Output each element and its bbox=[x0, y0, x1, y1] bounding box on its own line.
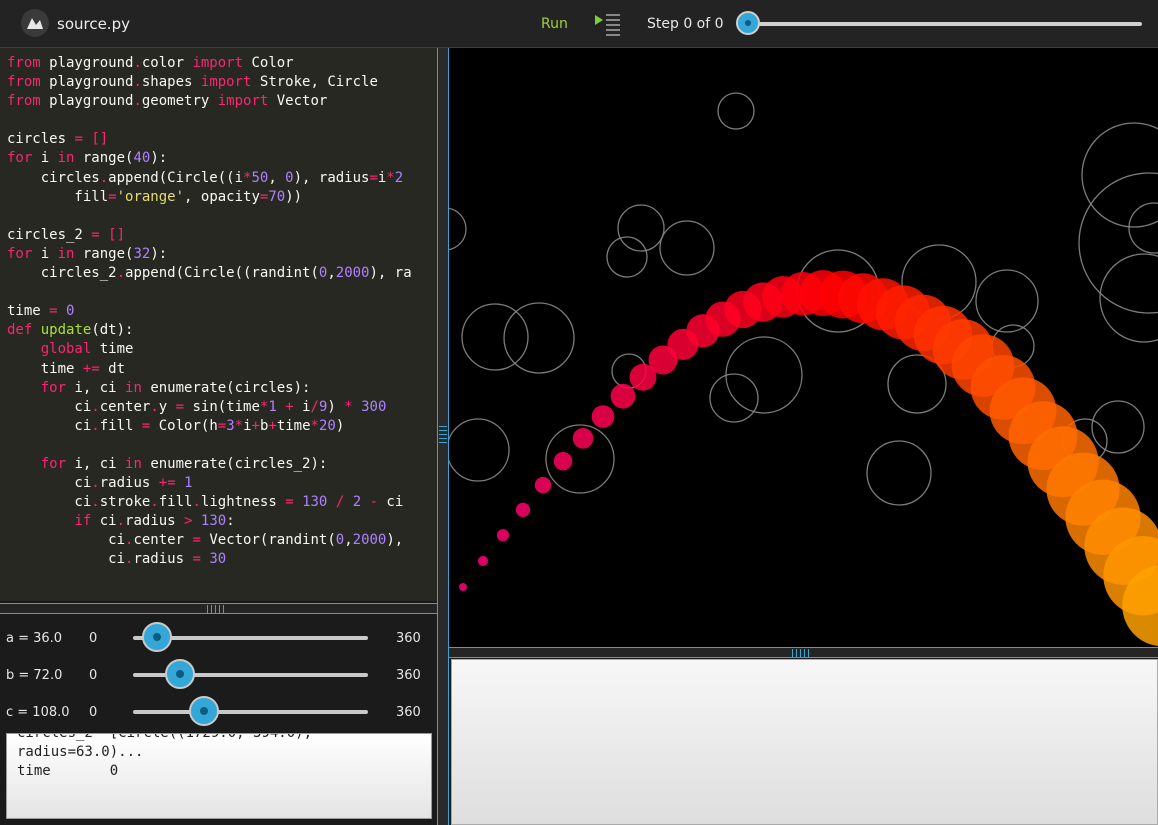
parameter-sliders: a = 36.0 0 360 b = 72.0 0 360 c = 108.0 … bbox=[0, 615, 437, 735]
slider-c-min: 0 bbox=[89, 705, 98, 720]
outline-circle bbox=[1091, 400, 1145, 454]
outline-circle bbox=[659, 220, 715, 276]
editor-splitter[interactable] bbox=[0, 603, 437, 614]
slider-b-label: b = 72.0 bbox=[6, 668, 63, 683]
file-name[interactable]: source.py bbox=[57, 15, 130, 33]
filled-circle bbox=[553, 451, 573, 471]
slider-a-min: 0 bbox=[89, 631, 98, 646]
step-counter: Step 0 of 0 bbox=[647, 16, 724, 32]
slider-b-min: 0 bbox=[89, 668, 98, 683]
outline-circle bbox=[461, 303, 529, 371]
app-logo-icon bbox=[21, 9, 49, 37]
variable-line: circles_2 [Circle((1729.0, 394.0), bbox=[17, 733, 313, 741]
filled-circle bbox=[610, 383, 636, 409]
variable-line: time 0 bbox=[17, 763, 119, 779]
drawing-canvas[interactable] bbox=[449, 48, 1158, 647]
step-slider-handle[interactable] bbox=[736, 11, 760, 35]
slider-a-max: 360 bbox=[396, 631, 421, 646]
filled-circle bbox=[534, 476, 552, 494]
slider-c-label: c = 108.0 bbox=[6, 705, 70, 720]
vertical-splitter-grip-icon[interactable] bbox=[439, 424, 447, 448]
step-play-icon[interactable] bbox=[592, 11, 622, 37]
slider-a-handle[interactable] bbox=[141, 622, 172, 652]
outline-circle bbox=[717, 92, 755, 130]
outline-circle bbox=[1099, 253, 1158, 343]
filled-circle bbox=[515, 502, 531, 517]
outline-circle bbox=[449, 207, 467, 251]
outline-circle bbox=[725, 336, 803, 414]
outline-circle bbox=[606, 236, 648, 278]
outline-circle bbox=[975, 269, 1039, 333]
variable-line: radius=63.0)... bbox=[17, 744, 144, 760]
filled-circle bbox=[591, 405, 615, 428]
filled-circle bbox=[496, 529, 510, 542]
outline-circle bbox=[503, 302, 575, 374]
variables-panel[interactable]: circles_2 [Circle((1729.0, 394.0), radiu… bbox=[6, 733, 432, 819]
outline-circle bbox=[1078, 172, 1158, 314]
run-button[interactable]: Run bbox=[541, 16, 568, 32]
code-text[interactable]: from playground.color import Color from … bbox=[0, 48, 437, 570]
outline-circle bbox=[1081, 122, 1158, 228]
step-slider-track[interactable] bbox=[748, 22, 1142, 26]
slider-a-label: a = 36.0 bbox=[6, 631, 63, 646]
slider-b-handle[interactable] bbox=[165, 659, 195, 689]
outline-circle bbox=[617, 204, 665, 252]
filled-circle bbox=[477, 555, 489, 567]
slider-b-max: 360 bbox=[396, 668, 421, 683]
code-editor[interactable]: from playground.color import Color from … bbox=[0, 48, 438, 601]
slider-c-max: 360 bbox=[396, 705, 421, 720]
outline-circle bbox=[449, 418, 510, 482]
outline-circle bbox=[866, 440, 932, 506]
filled-circle bbox=[572, 428, 594, 449]
filled-circle bbox=[459, 583, 467, 592]
slider-c-track[interactable] bbox=[133, 710, 368, 714]
canvas-drawing bbox=[449, 92, 1158, 647]
output-console[interactable] bbox=[451, 659, 1158, 825]
slider-c-handle[interactable] bbox=[188, 696, 219, 726]
canvas-splitter[interactable] bbox=[449, 647, 1158, 658]
outline-circle bbox=[1128, 202, 1158, 254]
